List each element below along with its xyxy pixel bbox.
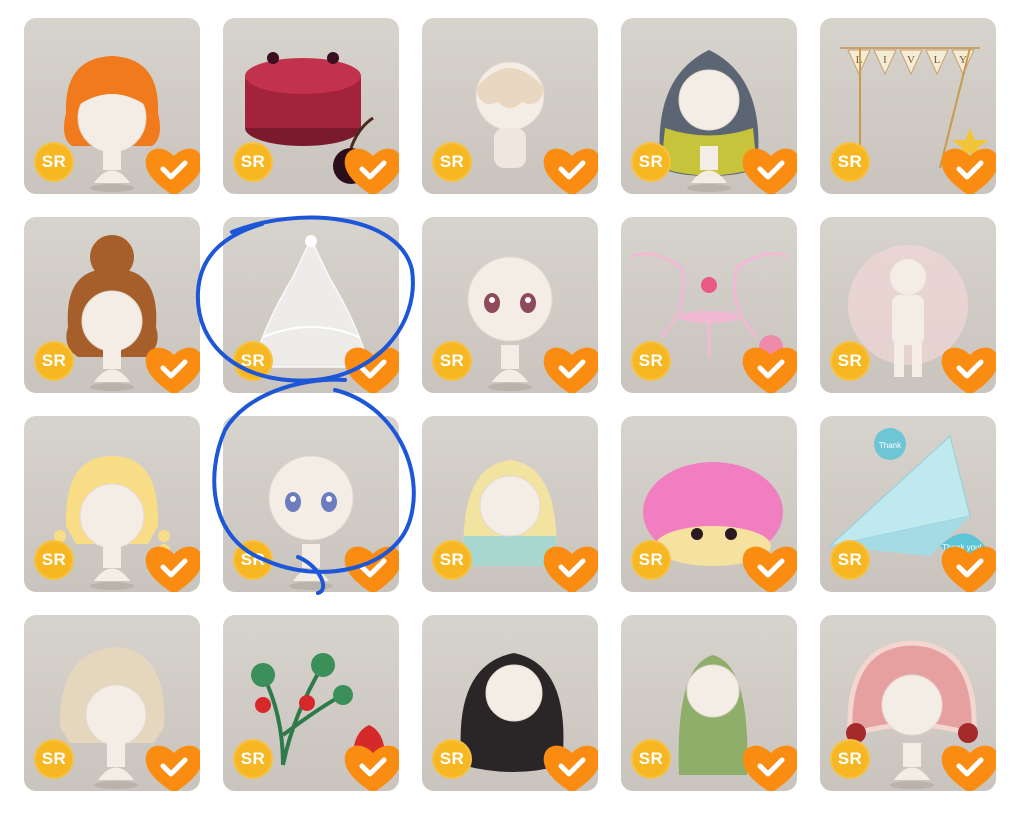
heart-check-icon[interactable]	[739, 142, 797, 194]
item-card[interactable]: SR	[24, 217, 200, 393]
item-card[interactable]: SR	[223, 615, 399, 791]
heart-check-icon[interactable]	[739, 540, 797, 592]
item-card[interactable]: SR	[24, 18, 200, 194]
rarity-badge: SR	[34, 540, 74, 580]
rarity-badge: SR	[233, 739, 273, 779]
item-card[interactable]: SR	[223, 416, 399, 592]
svg-text:V: V	[907, 54, 915, 66]
rarity-badge: SR	[631, 341, 671, 381]
heart-check-icon[interactable]	[938, 142, 996, 194]
rarity-badge: SR	[432, 142, 472, 182]
heart-check-icon[interactable]	[341, 739, 399, 791]
item-card[interactable]: SR	[820, 217, 996, 393]
svg-text:L: L	[934, 54, 941, 66]
item-card[interactable]: SR	[621, 615, 797, 791]
rarity-badge: SR	[34, 739, 74, 779]
svg-text:I: I	[883, 54, 887, 66]
item-card[interactable]: SR	[422, 217, 598, 393]
heart-check-icon[interactable]	[341, 341, 399, 393]
heart-check-icon[interactable]	[739, 739, 797, 791]
item-card[interactable]: SR	[223, 217, 399, 393]
heart-check-icon[interactable]	[540, 142, 598, 194]
rarity-badge: SR	[34, 341, 74, 381]
item-card[interactable]: SR	[422, 416, 598, 592]
heart-check-icon[interactable]	[938, 739, 996, 791]
heart-check-icon[interactable]	[938, 540, 996, 592]
rarity-badge: SR	[830, 142, 870, 182]
rarity-badge: SR	[631, 540, 671, 580]
rarity-badge: SR	[830, 540, 870, 580]
heart-check-icon[interactable]	[540, 341, 598, 393]
rarity-badge: SR	[233, 341, 273, 381]
heart-check-icon[interactable]	[142, 739, 200, 791]
item-card[interactable]: SR	[820, 615, 996, 791]
heart-check-icon[interactable]	[341, 142, 399, 194]
item-card[interactable]: SR	[223, 18, 399, 194]
item-card[interactable]: SR	[422, 615, 598, 791]
item-grid: SRSRSRSRLIVLYSRSRSRSRSRSRSRSRSRSRThankTh…	[24, 18, 996, 791]
rarity-badge: SR	[432, 341, 472, 381]
item-card[interactable]: SR	[621, 217, 797, 393]
rarity-badge: SR	[830, 739, 870, 779]
heart-check-icon[interactable]	[540, 540, 598, 592]
rarity-badge: SR	[432, 739, 472, 779]
heart-check-icon[interactable]	[938, 341, 996, 393]
rarity-badge: SR	[631, 739, 671, 779]
rarity-badge: SR	[432, 540, 472, 580]
item-card[interactable]: SR	[621, 416, 797, 592]
heart-check-icon[interactable]	[341, 540, 399, 592]
rarity-badge: SR	[631, 142, 671, 182]
svg-text:Thank: Thank	[879, 441, 902, 450]
rarity-badge: SR	[34, 142, 74, 182]
rarity-badge: SR	[233, 142, 273, 182]
item-card[interactable]: SR	[24, 615, 200, 791]
heart-check-icon[interactable]	[142, 142, 200, 194]
rarity-badge: SR	[830, 341, 870, 381]
item-card[interactable]: Thank Thank you! SR	[820, 416, 996, 592]
heart-check-icon[interactable]	[739, 341, 797, 393]
heart-check-icon[interactable]	[540, 739, 598, 791]
item-card[interactable]: SR	[621, 18, 797, 194]
item-card[interactable]: SR	[422, 18, 598, 194]
item-card[interactable]: LIVLYSR	[820, 18, 996, 194]
item-card[interactable]: SR	[24, 416, 200, 592]
rarity-badge: SR	[233, 540, 273, 580]
heart-check-icon[interactable]	[142, 540, 200, 592]
heart-check-icon[interactable]	[142, 341, 200, 393]
